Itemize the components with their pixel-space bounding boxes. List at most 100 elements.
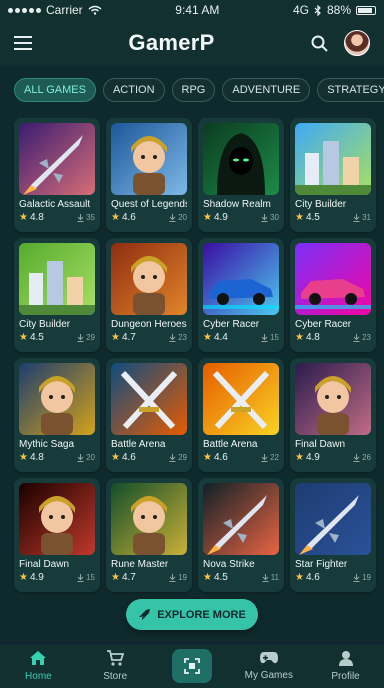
game-meta: ★ 4.8 23 bbox=[295, 332, 371, 343]
rating-value: 4.8 bbox=[29, 452, 44, 463]
game-cover-image bbox=[111, 243, 187, 315]
game-rating: ★ 4.9 bbox=[19, 572, 44, 583]
game-meta: ★ 4.5 29 bbox=[19, 332, 95, 343]
nav-item-my-games[interactable]: My Games bbox=[239, 651, 299, 681]
download-icon bbox=[169, 333, 176, 342]
menu-icon[interactable] bbox=[14, 36, 32, 50]
game-title: City Builder bbox=[19, 319, 71, 330]
star-icon: ★ bbox=[19, 332, 28, 343]
game-downloads: 23 bbox=[169, 333, 187, 342]
game-cover-image bbox=[19, 363, 95, 435]
battery-icon bbox=[356, 5, 376, 15]
status-right: 4G 88% bbox=[293, 3, 376, 17]
game-title: Shadow Realm bbox=[203, 199, 271, 210]
game-rating: ★ 4.5 bbox=[295, 212, 320, 223]
download-icon bbox=[353, 453, 360, 462]
star-icon: ★ bbox=[111, 212, 120, 223]
cart-icon bbox=[106, 650, 125, 669]
explore-more-button[interactable]: EXPLORE MORE bbox=[126, 599, 258, 630]
game-card[interactable]: Nova Strike ★ 4.5 11 bbox=[198, 478, 284, 592]
game-meta: ★ 4.7 19 bbox=[111, 572, 187, 583]
game-title: Final Dawn bbox=[295, 439, 346, 450]
tab-strategy[interactable]: STRATEGY bbox=[317, 78, 384, 102]
download-icon bbox=[261, 213, 268, 222]
game-card[interactable]: Battle Arena ★ 4.6 29 bbox=[106, 358, 192, 472]
rating-value: 4.6 bbox=[121, 452, 136, 463]
game-card[interactable]: Final Dawn ★ 4.9 15 bbox=[14, 478, 100, 592]
game-title: Nova Strike bbox=[203, 559, 255, 570]
game-card[interactable]: Quest of Legends ★ 4.6 20 bbox=[106, 118, 192, 232]
game-meta: ★ 4.6 19 bbox=[295, 572, 371, 583]
rating-value: 4.6 bbox=[305, 572, 320, 583]
game-card[interactable]: Galactic Assault ★ 4.8 35 bbox=[14, 118, 100, 232]
carrier-label: Carrier bbox=[46, 3, 83, 17]
downloads-value: 23 bbox=[178, 333, 187, 342]
game-card[interactable]: Mythic Saga ★ 4.8 20 bbox=[14, 358, 100, 472]
game-title: Mythic Saga bbox=[19, 439, 75, 450]
tab-adventure[interactable]: ADVENTURE bbox=[222, 78, 311, 102]
star-icon: ★ bbox=[111, 332, 120, 343]
downloads-value: 35 bbox=[86, 213, 95, 222]
bluetooth-icon bbox=[314, 4, 321, 16]
tab-action[interactable]: ACTION bbox=[102, 78, 165, 102]
app-title: GamerP bbox=[128, 30, 215, 55]
game-card[interactable]: Cyber Racer ★ 4.8 23 bbox=[290, 238, 376, 352]
game-card[interactable]: Shadow Realm ★ 4.9 30 bbox=[198, 118, 284, 232]
download-icon bbox=[77, 573, 84, 582]
app-header: GamerP bbox=[0, 20, 384, 66]
nav-item-store[interactable]: Store bbox=[85, 650, 145, 682]
downloads-value: 20 bbox=[178, 213, 187, 222]
game-meta: ★ 4.7 23 bbox=[111, 332, 187, 343]
downloads-value: 20 bbox=[86, 453, 95, 462]
nav-label: Store bbox=[103, 671, 128, 682]
star-icon: ★ bbox=[203, 212, 212, 223]
downloads-value: 29 bbox=[178, 453, 187, 462]
star-icon: ★ bbox=[295, 332, 304, 343]
game-rating: ★ 4.5 bbox=[203, 572, 228, 583]
downloads-value: 29 bbox=[86, 333, 95, 342]
game-downloads: 31 bbox=[353, 213, 371, 222]
game-card[interactable]: Final Dawn ★ 4.9 26 bbox=[290, 358, 376, 472]
explore-more-label: EXPLORE MORE bbox=[157, 608, 246, 621]
star-icon: ★ bbox=[295, 212, 304, 223]
game-card[interactable]: City Builder ★ 4.5 31 bbox=[290, 118, 376, 232]
game-card[interactable]: Battle Arena ★ 4.6 22 bbox=[198, 358, 284, 472]
game-title: City Builder bbox=[295, 199, 347, 210]
game-card[interactable]: Rune Master ★ 4.7 19 bbox=[106, 478, 192, 592]
signal-icon bbox=[8, 7, 41, 13]
game-meta: ★ 4.5 11 bbox=[203, 572, 279, 583]
download-icon bbox=[261, 333, 268, 342]
game-title: Quest of Legends bbox=[111, 199, 187, 210]
search-icon[interactable] bbox=[311, 35, 328, 52]
game-cover-image bbox=[203, 483, 279, 555]
status-left: Carrier bbox=[8, 3, 102, 17]
game-card[interactable]: Star Fighter ★ 4.6 19 bbox=[290, 478, 376, 592]
rating-value: 4.7 bbox=[121, 332, 136, 343]
game-cover-image bbox=[111, 483, 187, 555]
nav-item-profile[interactable]: Profile bbox=[316, 650, 376, 682]
rocket-icon bbox=[139, 609, 151, 620]
game-downloads: 19 bbox=[353, 573, 371, 582]
game-rating: ★ 4.6 bbox=[111, 212, 136, 223]
tab-all-games[interactable]: ALL GAMES bbox=[14, 78, 96, 102]
nav-item-home[interactable]: Home bbox=[8, 650, 68, 682]
rating-value: 4.9 bbox=[29, 572, 44, 583]
status-time: 9:41 AM bbox=[175, 3, 220, 17]
game-card[interactable]: Dungeon Heroes ★ 4.7 23 bbox=[106, 238, 192, 352]
tab-rpg[interactable]: RPG bbox=[171, 78, 216, 102]
game-rating: ★ 4.4 bbox=[203, 332, 228, 343]
game-downloads: 23 bbox=[353, 333, 371, 342]
download-icon bbox=[261, 453, 268, 462]
downloads-value: 26 bbox=[362, 453, 371, 462]
nav-item-scan[interactable] bbox=[162, 649, 222, 683]
game-rating: ★ 4.8 bbox=[19, 212, 44, 223]
game-meta: ★ 4.4 15 bbox=[203, 332, 279, 343]
avatar[interactable] bbox=[344, 30, 370, 56]
game-card[interactable]: City Builder ★ 4.5 29 bbox=[14, 238, 100, 352]
game-title: Star Fighter bbox=[295, 559, 348, 570]
game-rating: ★ 4.8 bbox=[295, 332, 320, 343]
rating-value: 4.4 bbox=[213, 332, 228, 343]
game-rating: ★ 4.9 bbox=[203, 212, 228, 223]
star-icon: ★ bbox=[19, 212, 28, 223]
game-card[interactable]: Cyber Racer ★ 4.4 15 bbox=[198, 238, 284, 352]
